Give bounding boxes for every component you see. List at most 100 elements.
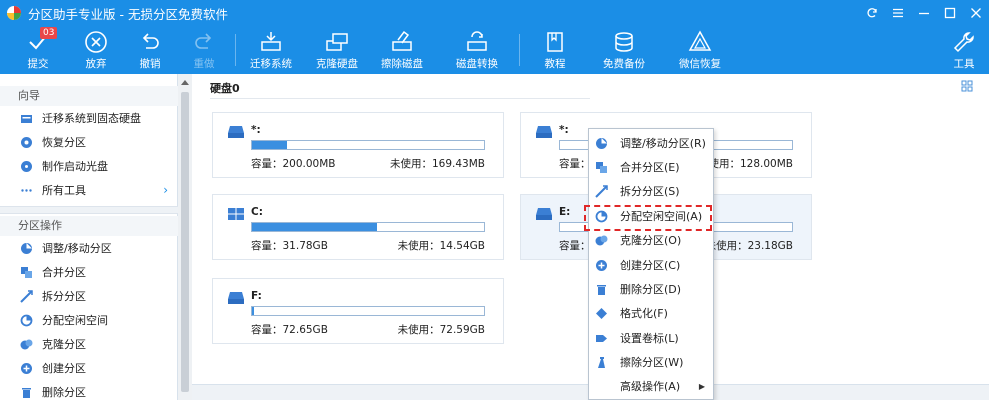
sidebar-item-create[interactable]: 创建分区 bbox=[0, 356, 178, 380]
menu-button[interactable] bbox=[885, 0, 911, 26]
wechat-recovery-icon bbox=[688, 30, 712, 51]
tutorial-button[interactable]: 教程 bbox=[530, 29, 580, 71]
sidebar-item-clone[interactable]: 克隆分区 bbox=[0, 332, 178, 356]
partition-ops-section: 分区操作 调整/移动分区 合并分区 拆分分区 分配空闲空间 克隆分区 创建分区 … bbox=[0, 216, 178, 400]
wechat-recovery-label: 微信恢复 bbox=[679, 58, 721, 70]
usage-fill bbox=[252, 223, 378, 231]
menu-item-resize[interactable]: 调整/移动分区(R) bbox=[589, 131, 713, 155]
undo-icon bbox=[142, 33, 159, 49]
menu-item-format[interactable]: 格式化(F) bbox=[589, 301, 713, 325]
toolbar-separator bbox=[235, 34, 236, 66]
toolbar: 03 提交 放弃 撤销 重做 迁移系统 克隆硬盘 擦除磁盘 磁盘转换 教程 免费… bbox=[0, 26, 989, 74]
backup-icon bbox=[615, 32, 633, 52]
partition-card[interactable]: *: 容量：200.00MB 未使用：169.43MB bbox=[212, 112, 504, 178]
sidebar-item-resize[interactable]: 调整/移动分区 bbox=[0, 236, 178, 260]
partition-card[interactable]: F: 容量：72.65GB 未使用：72.59GB bbox=[212, 278, 504, 344]
tools-button[interactable]: 工具 bbox=[939, 29, 989, 71]
minimize-button[interactable] bbox=[911, 0, 937, 26]
menu-item-set-label[interactable]: 设置卷标(L) bbox=[589, 326, 713, 350]
sidebar-item-allocate[interactable]: 分配空闲空间 bbox=[0, 308, 178, 332]
resize-icon bbox=[596, 137, 607, 149]
title-bar: 分区助手专业版 - 无损分区免费软件 bbox=[0, 0, 989, 26]
sidebar-item-label: 制作启动光盘 bbox=[42, 160, 108, 173]
menu-item-split[interactable]: 拆分分区(S) bbox=[589, 179, 713, 203]
menu-item-label: 高级操作(A) bbox=[620, 380, 681, 393]
maximize-icon bbox=[944, 7, 956, 19]
sidebar-item-split[interactable]: 拆分分区 bbox=[0, 284, 178, 308]
sidebar-item-merge[interactable]: 合并分区 bbox=[0, 260, 178, 284]
app-logo-icon bbox=[7, 6, 21, 20]
chevron-right-icon: › bbox=[163, 183, 168, 197]
advanced-icon bbox=[595, 380, 608, 393]
wipe-disk-label: 擦除磁盘 bbox=[381, 58, 423, 70]
sidebar-item-all-tools[interactable]: 所有工具 › bbox=[0, 178, 178, 202]
clone-disk-label: 克隆硬盘 bbox=[316, 58, 358, 70]
undo-label: 撤销 bbox=[139, 58, 161, 70]
partition-name: C: bbox=[251, 206, 263, 218]
delete-icon bbox=[22, 387, 31, 398]
clone-disk-button[interactable]: 克隆硬盘 bbox=[312, 29, 362, 71]
sidebar-item-migrate-ssd[interactable]: 迁移系统到固态硬盘 bbox=[0, 106, 178, 130]
menu-item-create[interactable]: 创建分区(C) bbox=[589, 253, 713, 277]
discard-icon bbox=[85, 31, 107, 53]
context-menu: 调整/移动分区(R) 合并分区(E) 拆分分区(S) 分配空闲空间(A) 克隆分… bbox=[588, 128, 714, 400]
discard-button[interactable]: 放弃 bbox=[71, 29, 121, 71]
sidebar-item-label: 分配空闲空间 bbox=[42, 314, 108, 327]
usage-bar bbox=[251, 306, 485, 316]
delete-icon bbox=[597, 284, 606, 295]
wrench-icon bbox=[953, 32, 974, 53]
migrate-icon bbox=[21, 114, 32, 123]
close-button[interactable] bbox=[963, 0, 989, 26]
wechat-recovery-button[interactable]: 微信恢复 bbox=[675, 29, 725, 71]
submenu-arrow-icon: ▶ bbox=[698, 381, 705, 391]
sidebar-item-label: 迁移系统到固态硬盘 bbox=[42, 112, 141, 125]
wizard-title: 向导 bbox=[0, 86, 178, 106]
disk-convert-icon bbox=[467, 31, 487, 51]
partition-card[interactable]: C: 容量：31.78GB 未使用：14.54GB bbox=[212, 194, 504, 260]
create-icon bbox=[21, 362, 32, 374]
label-icon bbox=[596, 334, 607, 342]
refresh-button[interactable] bbox=[859, 0, 885, 26]
scroll-thumb[interactable] bbox=[181, 92, 189, 392]
menu-item-label: 克隆分区(O) bbox=[620, 234, 682, 247]
windows-drive-icon bbox=[228, 208, 244, 220]
partition-ops-title: 分区操作 bbox=[0, 216, 178, 236]
menu-item-label: 拆分分区(S) bbox=[620, 185, 680, 198]
undo-button[interactable]: 撤销 bbox=[125, 29, 175, 71]
usage-fill bbox=[252, 141, 287, 149]
format-icon bbox=[596, 307, 607, 319]
disk-convert-button[interactable]: 磁盘转换 bbox=[452, 29, 502, 71]
drive-icon bbox=[228, 126, 244, 138]
sidebar-item-recover-partition[interactable]: 恢复分区 bbox=[0, 130, 178, 154]
menu-item-delete[interactable]: 删除分区(D) bbox=[589, 277, 713, 301]
redo-button[interactable]: 重做 bbox=[179, 29, 229, 71]
redo-icon bbox=[195, 33, 212, 49]
sidebar-item-boot-disc[interactable]: 制作启动光盘 bbox=[0, 154, 178, 178]
partition-capacity: 容量： bbox=[559, 158, 591, 170]
allocate-icon bbox=[20, 314, 33, 326]
sidebar-scrollbar[interactable] bbox=[178, 74, 192, 400]
partition-capacity: 容量：200.00MB bbox=[251, 158, 336, 170]
create-icon bbox=[596, 259, 607, 271]
usage-bar bbox=[251, 140, 485, 150]
menu-item-wipe[interactable]: 擦除分区(W) bbox=[589, 350, 713, 374]
partition-free: 未使用：169.43MB bbox=[389, 158, 485, 170]
sidebar-item-delete[interactable]: 删除分区 bbox=[0, 380, 178, 400]
clone-disk-icon bbox=[326, 33, 348, 51]
partition-free: 未使用：14.54GB bbox=[397, 240, 485, 252]
migrate-os-button[interactable]: 迁移系统 bbox=[246, 29, 296, 71]
menu-item-clone[interactable]: 克隆分区(O) bbox=[589, 228, 713, 252]
commit-button[interactable]: 03 提交 bbox=[13, 27, 63, 71]
wipe-disk-button[interactable]: 擦除磁盘 bbox=[377, 29, 427, 71]
wipe-disk-icon bbox=[392, 30, 412, 51]
maximize-button[interactable] bbox=[937, 0, 963, 26]
scroll-up-arrow-icon[interactable] bbox=[181, 80, 189, 85]
menu-item-merge[interactable]: 合并分区(E) bbox=[589, 155, 713, 179]
partition-capacity: 容量：31.78GB bbox=[251, 240, 328, 252]
sidebar: 向导 迁移系统到固态硬盘 恢复分区 制作启动光盘 所有工具 › 分区操作 调整/… bbox=[0, 74, 178, 400]
drive-icon bbox=[536, 126, 552, 138]
free-backup-button[interactable]: 免费备份 bbox=[599, 29, 649, 71]
sidebar-item-label: 恢复分区 bbox=[42, 136, 86, 149]
view-toggle-icon[interactable] bbox=[961, 80, 973, 92]
menu-item-advanced[interactable]: 高级操作(A) ▶ bbox=[589, 374, 713, 398]
